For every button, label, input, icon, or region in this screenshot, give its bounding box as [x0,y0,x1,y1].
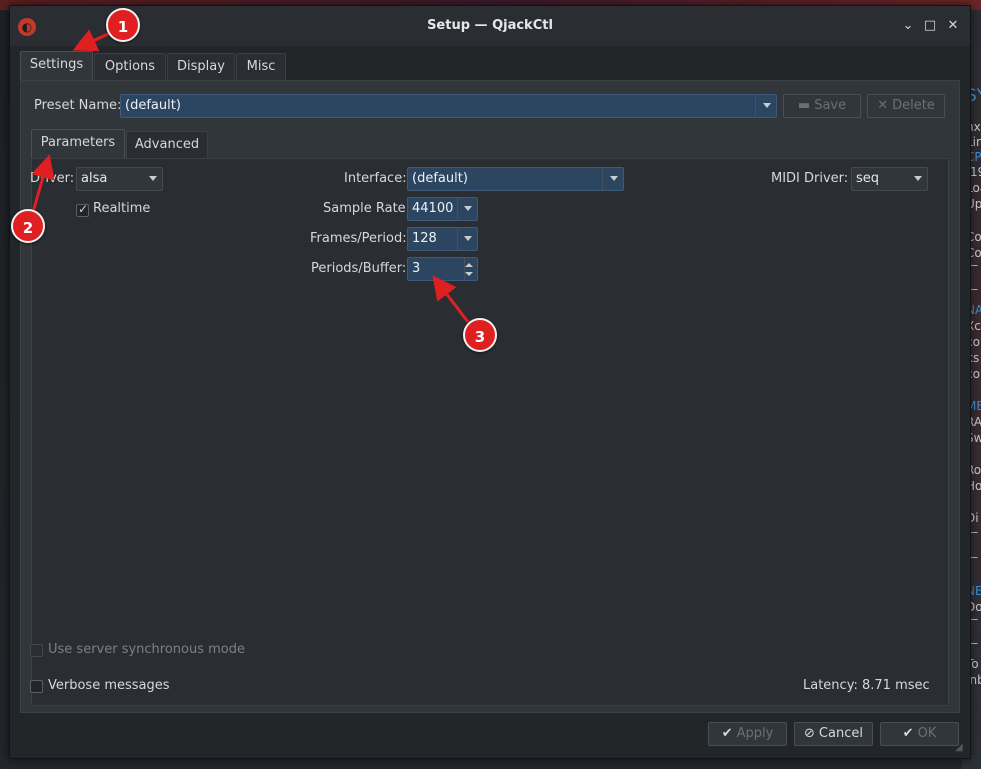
tab-display[interactable]: Display [167,53,235,80]
spin-down-icon[interactable] [465,272,473,276]
verbose-checkbox[interactable] [30,680,43,693]
chevron-down-icon [464,206,472,211]
delete-icon: ✕ [877,98,889,113]
midi-driver-value: seq [856,171,880,186]
delete-label: Delete [892,98,935,113]
cancel-button[interactable]: ⊘ Cancel [794,722,873,746]
cancel-icon: ⊘ [804,726,815,741]
resize-grip-icon[interactable]: ◢ [955,742,967,754]
annotation-badge-3: 3 [463,318,497,352]
floppy-icon: ▬ [797,98,811,113]
chevron-down-icon [763,103,771,108]
periods-buffer-value: 3 [412,261,421,276]
interface-value: (default) [412,171,468,186]
midi-driver-label: MIDI Driver: [771,171,849,186]
apply-button[interactable]: ✔ Apply [708,722,787,746]
combo-separator [602,168,603,190]
interface-combo[interactable]: (default) [407,167,624,191]
chevron-down-icon [464,236,472,241]
tab-options[interactable]: Options [94,53,166,80]
settings-panel: Preset Name: (default) ▬ Save ✕ Delete Par… [20,80,960,713]
annotation-badge-1: 1 [106,8,140,42]
title-bar[interactable]: ◐ Setup — QjackCtl ⌄ □ ✕ [10,6,970,46]
preset-name-value: (default) [125,98,181,113]
checkmark-icon: ✔ [902,726,914,741]
chevron-down-icon [149,176,157,181]
frames-period-combo[interactable]: 128 [407,227,478,251]
save-label: Save [814,98,847,113]
realtime-checkbox[interactable] [76,202,89,217]
apply-label: Apply [736,726,774,741]
sample-rate-label: Sample Rate: [323,201,411,216]
close-icon[interactable]: ✕ [945,18,961,34]
minimize-icon[interactable]: ⌄ [900,18,916,34]
maximize-icon[interactable]: □ [922,18,938,34]
preset-name-combo[interactable]: (default) [120,94,777,118]
server-sync-label: Use server synchronous mode [48,642,246,657]
annotation-badge-2: 2 [11,209,45,243]
verbose-label[interactable]: Verbose messages [48,678,170,693]
tab-misc[interactable]: Misc [236,53,286,80]
window-title: Setup — QjackCtl [427,18,553,33]
parameters-panel: Driver: alsa Realtime Interface: (defaul… [30,158,949,706]
frames-period-value: 128 [412,231,437,246]
save-button[interactable]: ▬ Save [783,94,861,118]
delete-button[interactable]: ✕ Delete [867,94,945,118]
latency-label: Latency: [803,678,858,693]
combo-separator [457,228,458,250]
sample-rate-value: 44100 [412,201,454,216]
server-sync-checkbox[interactable] [30,644,43,657]
combo-separator [457,198,458,220]
latency-value: 8.71 msec [862,678,930,693]
frames-period-label: Frames/Period: [310,231,407,246]
spin-separator [464,258,465,280]
midi-driver-combo[interactable]: seq [851,167,928,191]
ok-button[interactable]: ✔ OK [880,722,959,746]
periods-buffer-label: Periods/Buffer: [311,261,407,276]
chevron-down-icon [610,176,618,181]
periods-buffer-spinbox[interactable]: 3 [407,257,478,281]
tab-advanced[interactable]: Advanced [126,131,208,158]
ok-label: OK [917,726,937,741]
interface-label: Interface: [344,171,407,186]
combo-separator [755,95,756,117]
spin-up-icon[interactable] [465,263,473,267]
chevron-down-icon [914,176,922,181]
driver-label: Driver: [30,171,75,186]
preset-name-label: Preset Name: [34,98,122,113]
checkmark-icon: ✔ [721,726,733,741]
driver-value: alsa [81,171,108,186]
tab-parameters[interactable]: Parameters [31,129,125,159]
setup-dialog: ◐ Setup — QjackCtl ⌄ □ ✕ Settings Option… [9,5,971,759]
cancel-label: Cancel [818,726,863,741]
realtime-label[interactable]: Realtime [93,201,150,216]
tab-settings[interactable]: Settings [20,51,93,81]
sample-rate-combo[interactable]: 44100 [407,197,478,221]
driver-combo[interactable]: alsa [76,167,163,191]
